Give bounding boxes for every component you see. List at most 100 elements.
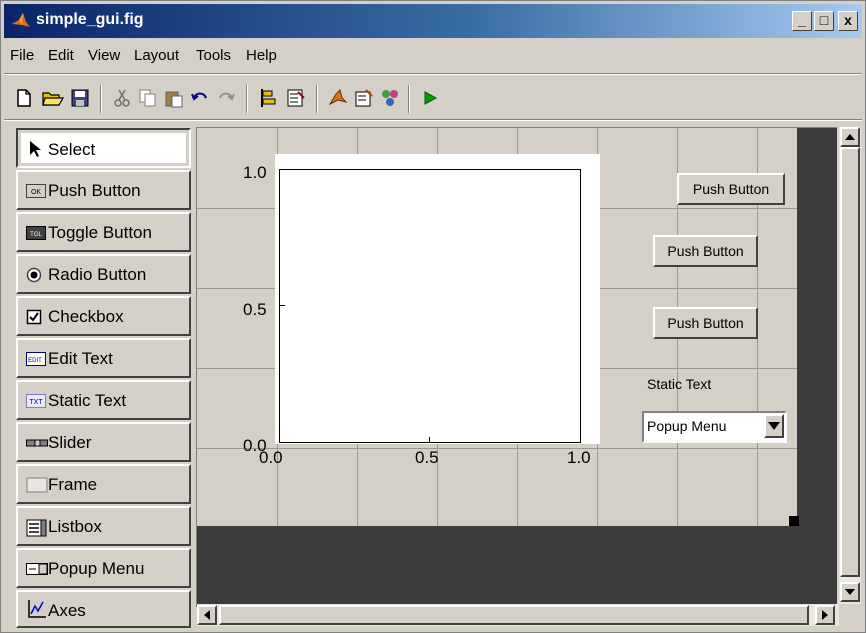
x-tick-label: 1.0: [567, 448, 591, 467]
scroll-up-icon[interactable]: [840, 127, 860, 147]
svg-text:TXT: TXT: [29, 399, 43, 406]
component-palette: Select OK Push Button TGL Toggle Button …: [16, 128, 191, 628]
redo-icon[interactable]: [216, 88, 236, 108]
x-tick: [429, 437, 430, 443]
axes-icon: [26, 598, 48, 618]
palette-checkbox[interactable]: Checkbox: [16, 296, 191, 336]
toolbar: [4, 79, 862, 117]
new-icon[interactable]: [14, 88, 34, 108]
palette-label: Checkbox: [48, 307, 124, 326]
guide-window: simple_gui.fig _ □ x File Edit View Layo…: [0, 0, 866, 633]
resize-handle[interactable]: [789, 516, 799, 526]
radio-button-icon: [26, 267, 48, 283]
static-text[interactable]: Static Text: [647, 376, 711, 392]
toolbar-separator: [316, 85, 318, 113]
static-text-icon: TXT: [26, 393, 48, 409]
toggle-button-icon: TGL: [26, 225, 48, 241]
minimize-button[interactable]: _: [792, 11, 812, 31]
object-browser-icon[interactable]: [380, 88, 400, 108]
toolbar-separator: [246, 85, 248, 113]
vertical-scroll-thumb[interactable]: [840, 147, 860, 577]
close-button[interactable]: x: [838, 11, 858, 31]
palette-label: Radio Button: [48, 265, 147, 284]
push-button-1[interactable]: Push Button: [677, 173, 785, 205]
palette-radio-button[interactable]: Radio Button: [16, 254, 191, 294]
palette-push-button[interactable]: OK Push Button: [16, 170, 191, 210]
cut-icon[interactable]: [112, 88, 132, 108]
palette-listbox[interactable]: Listbox: [16, 506, 191, 546]
align-icon[interactable]: [258, 88, 278, 108]
scroll-right-icon[interactable]: [815, 605, 835, 625]
y-tick-label: 1.0: [243, 163, 267, 182]
grid-line: [197, 448, 797, 449]
svg-text:EDIT: EDIT: [28, 358, 42, 364]
menu-divider: [4, 73, 862, 75]
menu-help[interactable]: Help: [246, 47, 277, 64]
paste-icon[interactable]: [164, 88, 184, 108]
listbox-icon: [26, 519, 48, 537]
svg-text:OK: OK: [31, 189, 41, 196]
palette-static-text[interactable]: TXT Static Text: [16, 380, 191, 420]
y-tick: [279, 305, 285, 306]
maximize-button[interactable]: □: [814, 11, 834, 31]
arrow-icon: [28, 140, 50, 157]
push-button-2[interactable]: Push Button: [653, 235, 758, 267]
title-bar[interactable]: simple_gui.fig _ □ x: [4, 4, 862, 38]
palette-select[interactable]: Select: [16, 128, 191, 168]
scroll-left-icon[interactable]: [197, 605, 217, 625]
tab-order-icon[interactable]: [354, 88, 374, 108]
svg-text:TGL: TGL: [30, 232, 42, 238]
horizontal-scroll-thumb[interactable]: [219, 605, 809, 625]
menu-view[interactable]: View: [88, 47, 120, 64]
palette-popup-menu[interactable]: Popup Menu: [16, 548, 191, 588]
y-tick-label: 0.5: [243, 300, 267, 319]
popup-menu-icon: [26, 561, 48, 577]
popup-menu[interactable]: Popup Menu: [642, 411, 787, 443]
copy-icon[interactable]: [138, 88, 158, 108]
menu-layout[interactable]: Layout: [134, 47, 179, 64]
x-tick-label: 0.5: [415, 448, 439, 467]
palette-axes[interactable]: Axes: [16, 590, 191, 628]
menu-file[interactable]: File: [10, 47, 34, 64]
save-icon[interactable]: [70, 88, 90, 108]
slider-icon: [26, 435, 48, 451]
palette-slider[interactable]: Slider: [16, 422, 191, 462]
run-icon[interactable]: [420, 88, 440, 108]
popup-menu-value: Popup Menu: [647, 418, 727, 434]
menu-edit[interactable]: Edit: [48, 47, 74, 64]
menu-bar: File Edit View Layout Tools Help: [4, 41, 862, 71]
vertical-scrollbar[interactable]: [839, 127, 861, 607]
toolbar-divider: [4, 119, 862, 121]
push-button-icon: OK: [26, 183, 48, 199]
toolbar-separator: [100, 85, 102, 113]
property-inspector-icon[interactable]: [286, 88, 306, 108]
palette-toggle-button[interactable]: TGL Toggle Button: [16, 212, 191, 252]
undo-icon[interactable]: [190, 88, 210, 108]
x-tick-label: 0.0: [259, 448, 283, 467]
palette-label: Push Button: [48, 181, 141, 200]
menu-editor-icon[interactable]: [328, 88, 348, 108]
toolbar-separator: [408, 85, 410, 113]
palette-label: Toggle Button: [48, 223, 152, 242]
push-button-3[interactable]: Push Button: [653, 307, 758, 339]
axes-box[interactable]: [279, 169, 581, 443]
palette-label: Frame: [48, 475, 98, 494]
window-title: simple_gui.fig: [36, 11, 144, 28]
open-icon[interactable]: [42, 88, 65, 108]
horizontal-scrollbar[interactable]: [197, 604, 839, 626]
edit-text-icon: EDIT: [26, 351, 48, 367]
palette-label: Select: [48, 140, 96, 159]
palette-label: Axes: [48, 601, 86, 620]
scroll-down-icon[interactable]: [840, 582, 860, 602]
checkbox-icon: [26, 309, 48, 325]
layout-area[interactable]: 1.0 0.5 0.0 0.0 0.5 1.0 Push Button Push…: [196, 127, 837, 607]
palette-edit-text[interactable]: EDIT Edit Text: [16, 338, 191, 378]
menu-tools[interactable]: Tools: [196, 47, 231, 64]
chevron-down-icon[interactable]: [764, 414, 784, 438]
palette-label: Listbox: [48, 517, 102, 536]
figure-area[interactable]: 1.0 0.5 0.0 0.0 0.5 1.0 Push Button Push…: [197, 128, 799, 526]
palette-label: Static Text: [48, 391, 127, 410]
scroll-corner: [839, 604, 861, 626]
palette-label: Slider: [48, 433, 92, 452]
palette-frame[interactable]: Frame: [16, 464, 191, 504]
